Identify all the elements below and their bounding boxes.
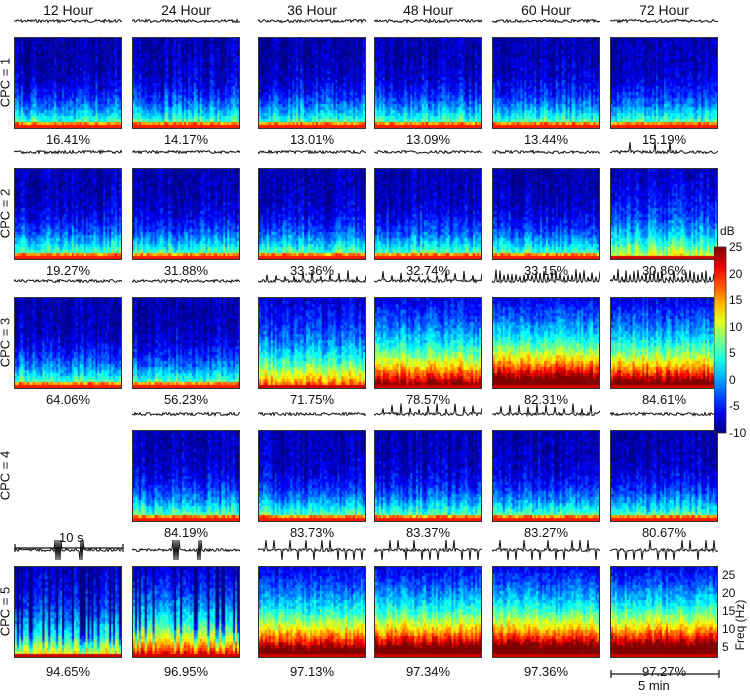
eeg-trace-row3-col2: [132, 278, 240, 284]
spectrogram-row2-col2: [132, 168, 240, 260]
eeg-trace-row1-col4: [374, 18, 482, 24]
spectrogram-row2-col4: [374, 168, 482, 260]
eeg-trace-row5-col4: [374, 539, 482, 561]
freq-tick-5: 5: [722, 640, 729, 654]
spectrogram-row1-col6: [610, 37, 718, 129]
eeg-trace-row4-col3: [258, 411, 366, 417]
eeg-trace-row3-col3: [258, 270, 366, 284]
percentage-row5-col5: 97.36%: [523, 664, 569, 679]
eeg-trace-row1-col6: [610, 18, 718, 24]
spectrogram-row4-col2: [132, 430, 240, 522]
freq-axis-label: Freq (Hz): [733, 599, 747, 651]
eeg-trace-row2-col4: [374, 149, 482, 155]
eeg-trace-row3-col5: [492, 269, 600, 284]
percentage-row3-col1: 64.06%: [45, 392, 91, 407]
spectrogram-row2-col3: [258, 168, 366, 260]
spectrogram-row2-col5: [492, 168, 600, 260]
colorbar-tick-1: 25: [729, 240, 743, 254]
eeg-trace-row1-col3: [258, 18, 366, 24]
eeg-trace-row1-col2: [132, 18, 240, 24]
spectrogram-row3-col5: [492, 297, 600, 389]
colorbar-tick-2: 20: [729, 266, 743, 281]
eeg-trace-row5-col3: [258, 539, 366, 561]
eeg-trace-row5-col5: [492, 539, 600, 561]
eeg-trace-row4-col2: [132, 411, 240, 417]
colorbar-tick-6: 0: [729, 372, 736, 387]
eeg-trace-row5-col6: [610, 539, 718, 561]
scale-bar-10s-label: 10 s: [59, 530, 84, 545]
row-label-cpc-2: CPC = 2: [0, 189, 13, 239]
spectrogram-row4-col3: [258, 430, 366, 522]
percentage-row5-col3: 97.13%: [289, 664, 335, 679]
eeg-trace-row4-col4: [374, 403, 482, 418]
row-label-cpc-4: CPC = 4: [0, 451, 13, 501]
spectrogram-row1-col1: [14, 37, 122, 129]
spectrogram-row5-col5: [492, 566, 600, 658]
eeg-trace-row2-col1: [14, 149, 122, 155]
spectrogram-row4-col4: [374, 430, 482, 522]
spectrogram-row3-col1: [14, 297, 122, 389]
eeg-trace-row2-col6: [610, 141, 718, 155]
colorbar-tick-7: -5: [729, 399, 740, 414]
spectrogram-row3-col4: [374, 297, 482, 389]
colorbar-tick-8: -10: [729, 426, 747, 440]
spectrogram-row1-col4: [374, 37, 482, 129]
row-label-cpc-1: CPC = 1: [0, 58, 13, 108]
figure: 12 Hour 24 Hour 36 Hour 48 Hour 60 Hour 72 Ho…: [0, 0, 750, 696]
percentage-row5-col1: 94.65%: [45, 664, 91, 679]
eeg-trace-row3-col4: [374, 270, 482, 284]
spectrogram-row4-col6: [610, 430, 718, 522]
percentage-row5-col2: 96.95%: [163, 664, 209, 679]
eeg-trace-row5-col2: [132, 539, 240, 561]
row-label-cpc-3: CPC = 3: [0, 318, 13, 368]
eeg-trace-row4-col6: [610, 411, 718, 417]
spectrogram-row2-col6: [610, 168, 718, 260]
eeg-trace-row2-col3: [258, 149, 366, 155]
spectrogram-row3-col2: [132, 297, 240, 389]
eeg-trace-row2-col5: [492, 149, 600, 155]
spectrogram-row3-col6: [610, 297, 718, 389]
eeg-trace-row1-col5: [492, 18, 600, 24]
spectrogram-row5-col3: [258, 566, 366, 658]
spectrogram-row1-col2: [132, 37, 240, 129]
eeg-trace-row1-col1: [14, 18, 122, 24]
spectrogram-row3-col3: [258, 297, 366, 389]
spectrogram-row5-col4: [374, 566, 482, 658]
spectrogram-row5-col6: [610, 566, 718, 658]
freq-tick-1: 25: [722, 568, 736, 582]
colorbar-unit: dB: [720, 224, 735, 238]
eeg-trace-row3-col1: [14, 278, 122, 284]
eeg-trace-row4-col5: [492, 403, 600, 418]
spectrogram-row5-col2: [132, 566, 240, 658]
spectrogram-row4-col5: [492, 430, 600, 522]
row-label-cpc-5: CPC = 5: [0, 587, 13, 637]
spectrogram-row1-col3: [258, 37, 366, 129]
colorbar-tick-4: 10: [729, 319, 743, 334]
spectrogram-row5-col1: [14, 566, 122, 658]
spectrogram-row2-col1: [14, 168, 122, 260]
eeg-trace-row3-col6: [610, 269, 718, 285]
scale-bar-5min-label: 5 min: [638, 678, 670, 693]
colorbar-tick-5: 5: [729, 346, 736, 361]
percentage-row5-col4: 97.34%: [405, 664, 451, 679]
colorbar-tick-3: 15: [729, 293, 743, 308]
spectrogram-row1-col5: [492, 37, 600, 129]
eeg-trace-row2-col2: [132, 149, 240, 155]
